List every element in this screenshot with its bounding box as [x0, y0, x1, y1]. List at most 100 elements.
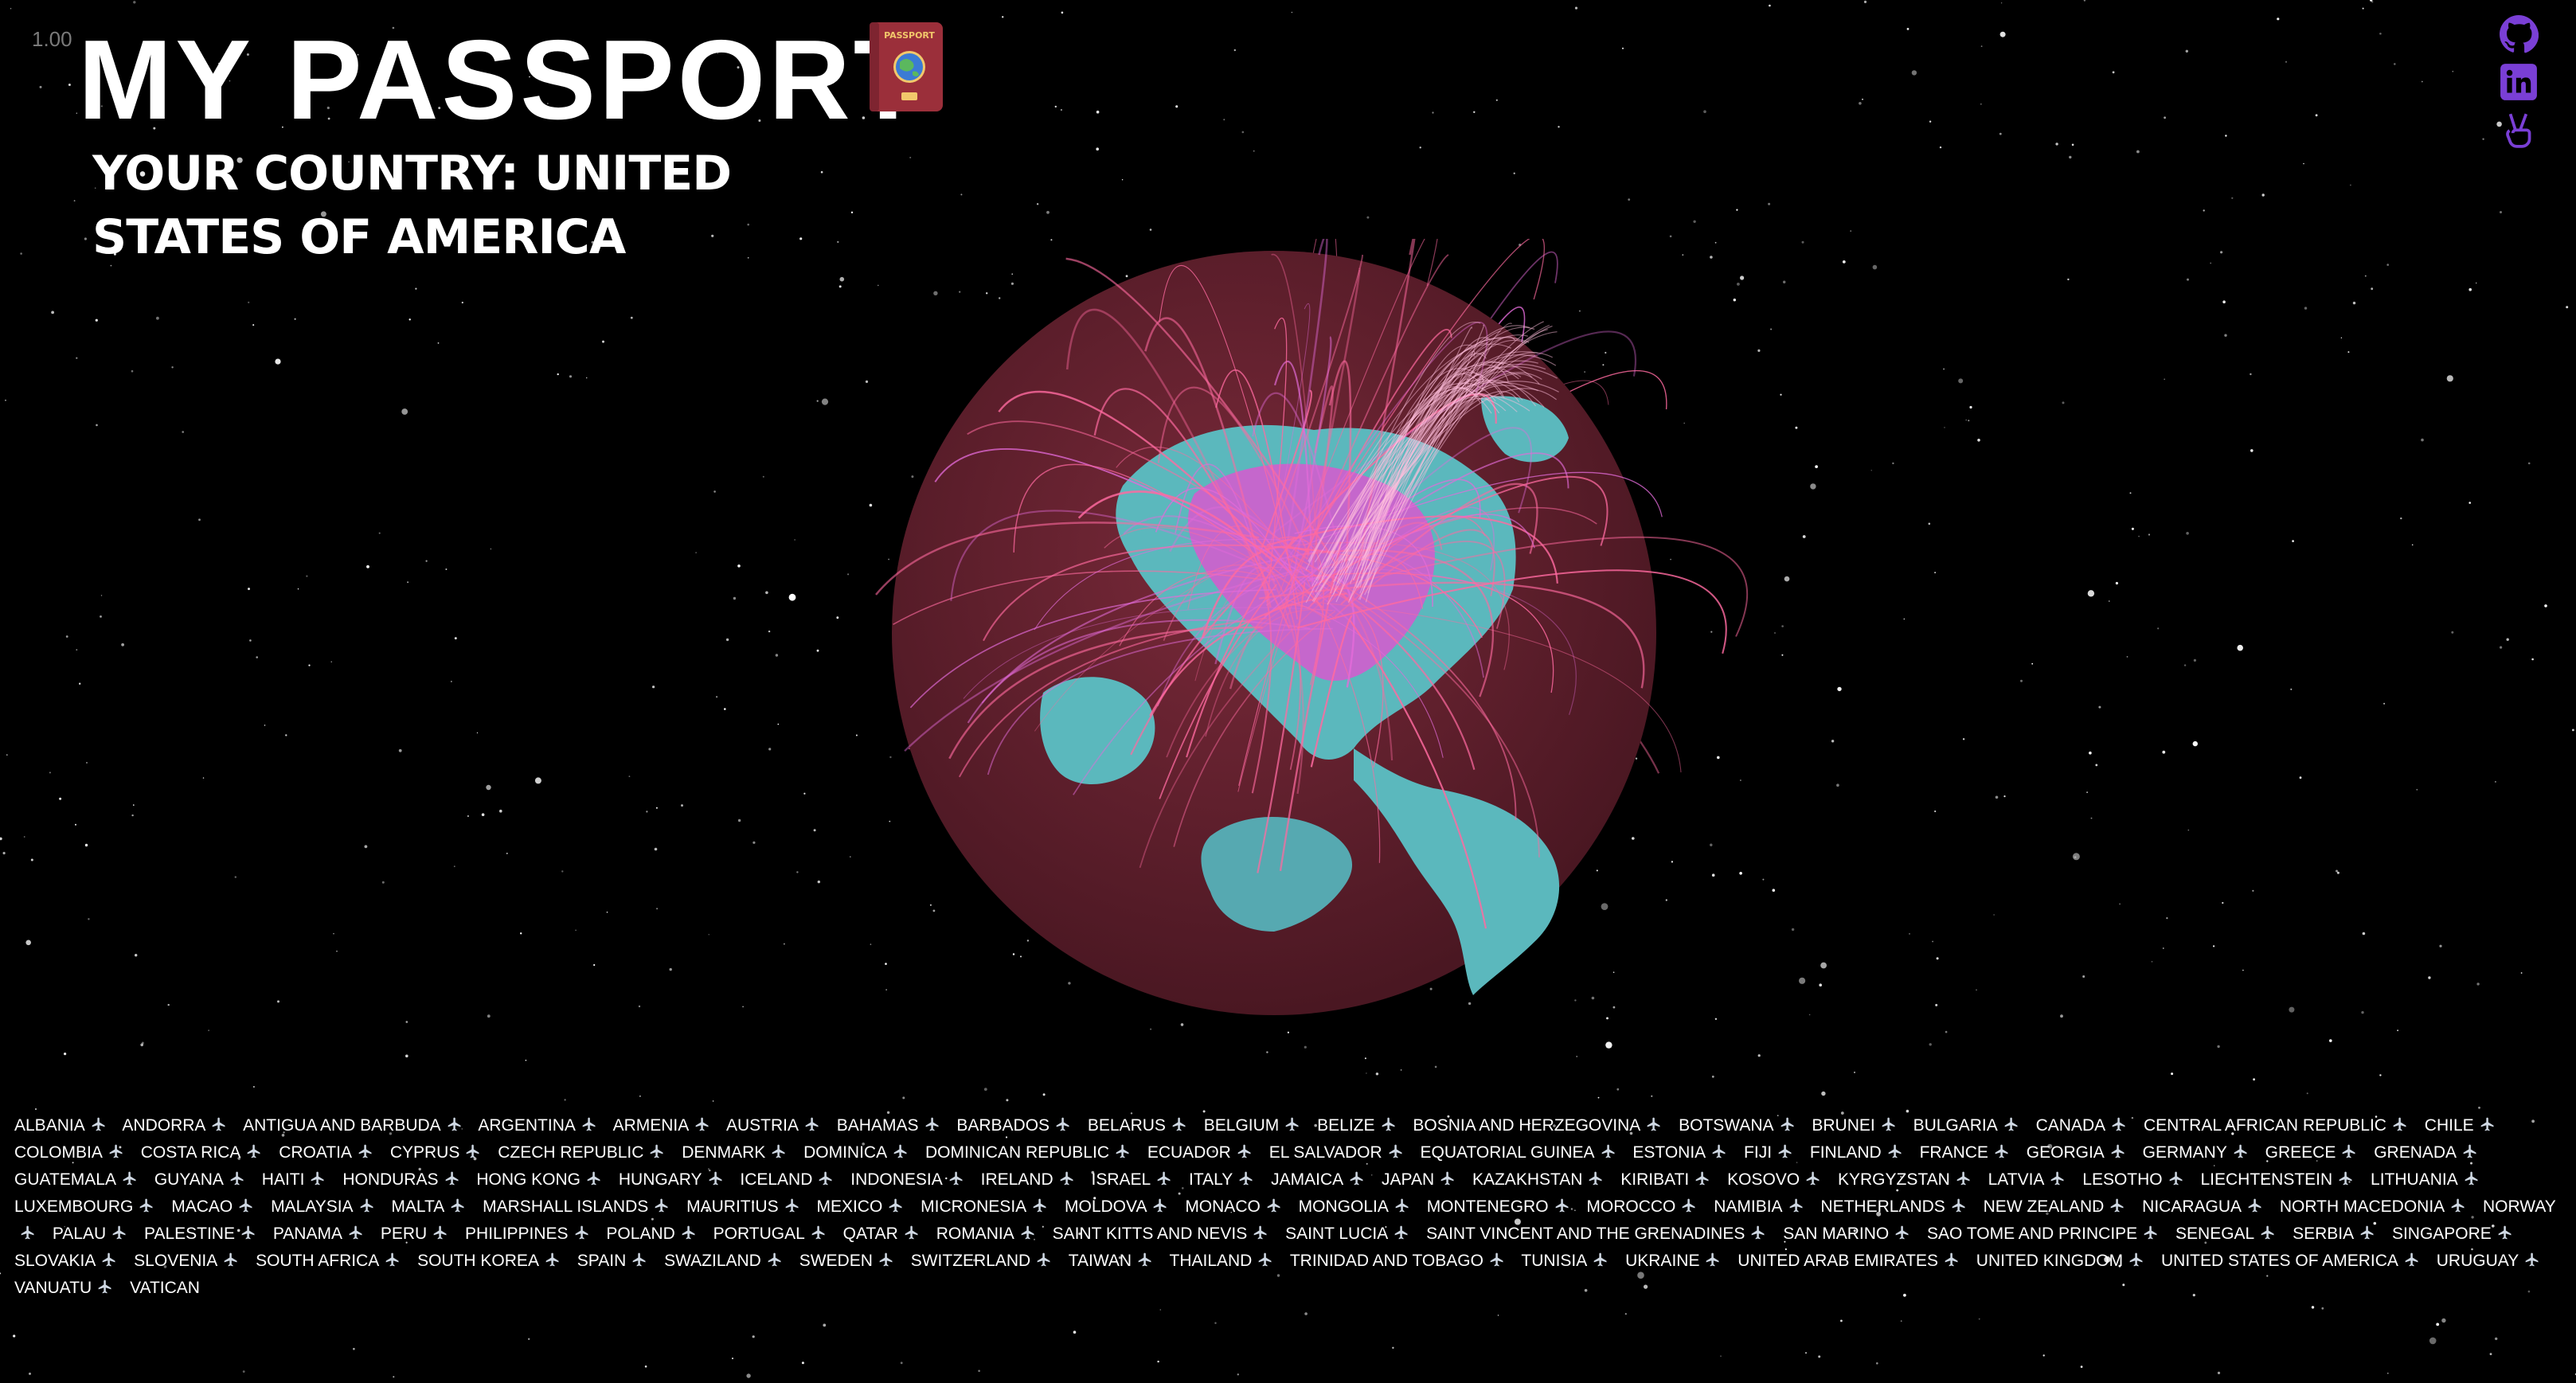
country-item: TAIWAN [1068, 1252, 1132, 1270]
star [1999, 132, 2002, 135]
airplane-icon [2480, 1117, 2494, 1131]
star [569, 375, 573, 378]
airplane-icon [2110, 1198, 2124, 1213]
country-item: POLAND [606, 1225, 675, 1243]
country-item: AUSTRIA [725, 1116, 799, 1135]
country-item: ITALY [1189, 1170, 1233, 1189]
star [76, 112, 78, 114]
star [902, 1096, 905, 1100]
star [2164, 116, 2167, 119]
route-globe[interactable] [860, 239, 1752, 1035]
peace-hand-icon[interactable] [2499, 110, 2539, 150]
star [248, 588, 250, 591]
country-item: SLOVENIA [134, 1252, 218, 1270]
star [2162, 750, 2166, 754]
airplane-icon [1395, 1198, 1409, 1213]
star [2379, 1074, 2382, 1076]
star [1036, 203, 1039, 205]
airplane-icon [587, 1171, 600, 1186]
star [575, 929, 577, 932]
star [1892, 462, 1894, 465]
star [2112, 71, 2115, 74]
star [1304, 1312, 1308, 1315]
star [733, 596, 737, 600]
star [2080, 1365, 2083, 1368]
star [2371, 287, 2374, 291]
airplane-icon [1267, 1198, 1280, 1213]
airplane-icon [1895, 1225, 1909, 1240]
star [49, 772, 51, 774]
star [1291, 11, 1293, 14]
star [297, 588, 299, 590]
star [487, 1014, 491, 1018]
country-item: GUYANA [154, 1170, 224, 1189]
star [133, 1, 136, 4]
star [249, 639, 252, 642]
star [1932, 940, 1934, 943]
linkedin-icon[interactable] [2499, 62, 2539, 102]
star [1929, 1043, 1932, 1046]
star [1006, 1099, 1009, 1102]
airplane-icon [1237, 1144, 1251, 1158]
star [2566, 306, 2569, 309]
star [1711, 1075, 1714, 1078]
airplane-icon [925, 1117, 938, 1131]
star [2364, 275, 2367, 277]
star [1810, 483, 1816, 490]
country-item: SPAIN [577, 1252, 627, 1270]
github-icon[interactable] [2499, 14, 2539, 54]
star [983, 1088, 987, 1091]
country-item: KAZAKHSTAN [1472, 1170, 1583, 1189]
star [1304, 1045, 1307, 1049]
star [978, 1369, 980, 1373]
star [602, 340, 604, 343]
country-item: SERBIA [2293, 1225, 2355, 1243]
star [171, 366, 174, 369]
country-item: JAMAICA [1271, 1170, 1344, 1189]
country-item: MALAYSIA [271, 1197, 354, 1216]
star [2397, 1029, 2399, 1032]
star [1223, 119, 1225, 121]
star [2000, 2, 2003, 4]
star [100, 615, 102, 618]
country-item: COSTA RICA [140, 1143, 241, 1162]
star [2072, 853, 2080, 861]
star [2311, 1306, 2315, 1309]
star [2482, 138, 2484, 140]
country-item: HONG KONG [476, 1170, 581, 1189]
star [2527, 462, 2531, 465]
star [135, 954, 138, 957]
airplane-icon [1888, 1144, 1902, 1158]
star [724, 708, 726, 710]
star [850, 211, 854, 213]
star [1909, 933, 1910, 935]
country-item: KIRIBATI [1620, 1170, 1690, 1189]
star [398, 748, 402, 752]
star [277, 1000, 279, 1003]
star [1928, 522, 1931, 525]
star [131, 814, 134, 817]
star [1434, 1065, 1437, 1069]
star [23, 836, 25, 838]
star [1995, 795, 1999, 799]
star [1061, 11, 1064, 14]
star [2304, 307, 2308, 310]
star [1870, 470, 1872, 471]
star [836, 616, 839, 619]
airplane-icon [2343, 1144, 2355, 1158]
star [2203, 209, 2205, 212]
airplane-icon [2261, 1225, 2274, 1240]
star [2083, 0, 2086, 2]
country-item: CROATIA [279, 1143, 352, 1162]
star [850, 856, 851, 858]
country-item: MEXICO [816, 1197, 883, 1216]
star [847, 573, 850, 576]
star [1840, 1319, 1843, 1322]
country-item: JAPAN [1381, 1170, 1435, 1189]
country-item: MICRONESIA [921, 1197, 1027, 1216]
star [2520, 972, 2523, 974]
star [2290, 688, 2293, 690]
star [25, 940, 31, 946]
star [1831, 740, 1835, 743]
star [1419, 147, 1421, 149]
